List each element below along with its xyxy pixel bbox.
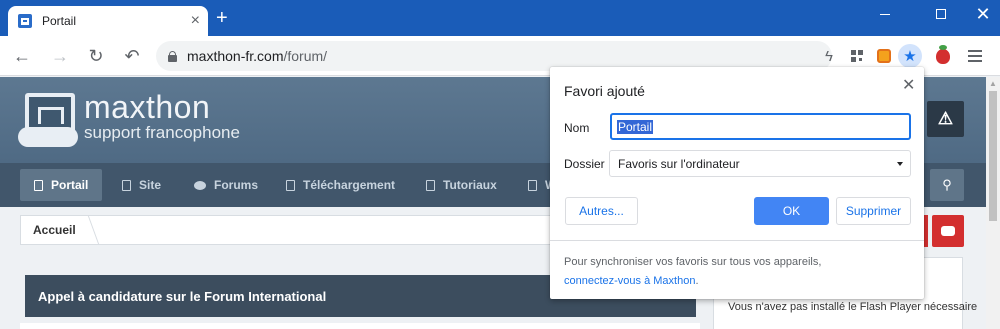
nav-item-tutoriaux[interactable]: Tutoriaux [412,169,511,201]
nav-label: Téléchargement [303,178,396,192]
qr-code-icon[interactable] [846,45,868,67]
document-icon [426,179,435,191]
maxthon-favicon-icon [18,14,32,28]
search-icon[interactable]: ⚲ [930,169,964,201]
folder-value: Favoris sur l'ordinateur [618,156,740,171]
bookmark-dialog: Favori ajouté ✕ Nom Portail Dossier Favo… [550,67,924,299]
scroll-thumb[interactable] [989,91,997,221]
url-host: maxthon-fr.com [187,48,284,64]
chevron-down-icon [897,162,903,166]
maximize-icon[interactable] [918,0,964,28]
bookmark-name-value: Portail [617,119,654,134]
logo-subtitle: support francophone [84,123,240,142]
logo-name[interactable]: maxthon [84,89,210,126]
dialog-title: Favori ajouté [564,83,645,99]
sync-end: . [695,275,699,287]
dialog-close-icon[interactable]: ✕ [902,75,915,95]
delete-button[interactable]: Supprimer [836,197,911,225]
breadcrumb: Accueil [20,215,580,245]
sync-footer: Pour synchroniser vos favoris sur tous v… [550,240,924,299]
scroll-up-icon[interactable]: ▲ [986,77,1000,91]
ok-button[interactable]: OK [754,197,829,225]
document-icon [528,179,537,191]
nav-label: Portail [51,178,89,192]
youtube-icon[interactable] [932,215,964,247]
nav-label: Tutoriaux [443,178,497,192]
bookmark-star-icon[interactable]: ★ [898,44,922,68]
chat-icon [194,180,206,190]
nav-label: Site [139,178,162,192]
document-icon [122,179,131,191]
lightning-icon[interactable]: ϟ [818,45,840,67]
extension-icon[interactable] [873,45,895,67]
nav-item-telechargement[interactable]: Téléchargement [272,169,409,201]
flash-notice: Vous n'avez pas installé le Flash Player… [728,301,978,313]
breadcrumb-home[interactable]: Accueil [33,223,76,237]
nav-item-portail[interactable]: Portail [20,169,103,201]
document-icon [34,179,43,191]
lock-icon[interactable] [168,50,177,62]
more-button[interactable]: Autres... [565,197,638,225]
minimize-icon[interactable] [862,0,908,28]
tab-portail[interactable]: Portail × [8,6,208,36]
forward-icon[interactable]: → [50,46,70,66]
sync-login-link[interactable]: connectez-vous à Maxthon [564,275,695,287]
nav-label: Forums [214,178,259,192]
logo-cloud-shape [18,127,78,147]
announcement-body [20,323,700,329]
window-close-icon[interactable]: ✕ [960,0,1000,28]
nav-item-site[interactable]: Site [108,169,175,201]
page-scrollbar[interactable]: ▲ [986,77,1000,329]
warning-icon[interactable]: ⚠ [927,101,964,137]
raspberry-extension-icon[interactable] [932,44,954,67]
bookmark-name-input[interactable]: Portail [610,113,911,140]
sync-text: Pour synchroniser vos favoris sur tous v… [564,256,822,268]
tab-title: Portail [42,14,77,28]
url-path: /forum/ [283,48,328,64]
name-label: Nom [564,121,590,135]
new-tab-icon[interactable]: + [216,8,228,28]
folder-label: Dossier [564,157,605,171]
tab-strip: Portail × + ✕ [0,0,1000,36]
folder-select[interactable]: Favoris sur l'ordinateur [609,150,911,177]
document-icon [286,179,295,191]
undo-close-icon[interactable]: ↶ [122,46,142,66]
reload-icon[interactable]: ↻ [86,46,106,66]
back-icon[interactable]: ← [12,46,32,66]
menu-icon[interactable] [964,45,986,67]
nav-item-forums[interactable]: Forums [180,169,272,201]
tab-close-icon[interactable]: × [191,13,200,29]
